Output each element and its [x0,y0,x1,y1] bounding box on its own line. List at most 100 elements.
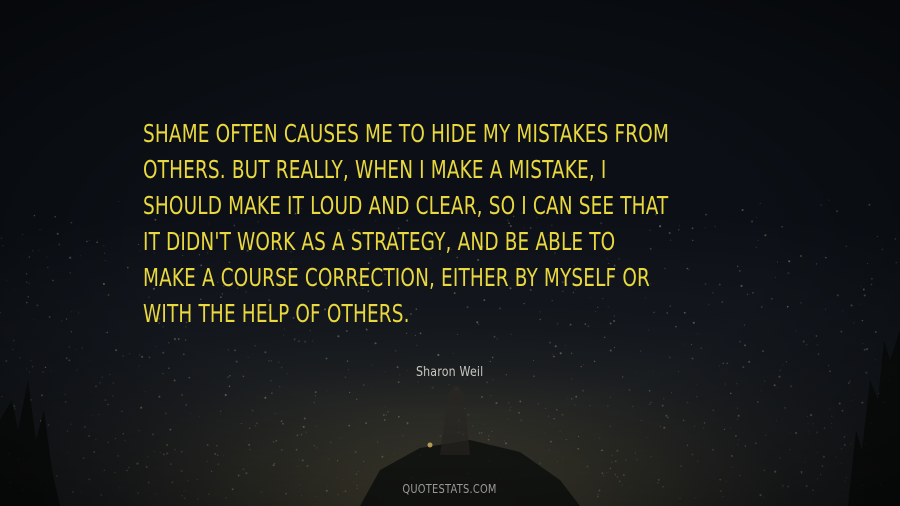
city-light [691,449,693,451]
city-light [14,407,16,410]
city-light [383,414,385,416]
city-light [95,438,97,440]
city-light [609,467,612,470]
city-light [574,404,576,406]
city-light [679,497,681,500]
city-light [1,396,3,398]
city-light [744,344,746,347]
city-light [374,342,376,344]
city-light [83,425,87,429]
city-light [76,349,77,351]
quote-image: Shame often causes me to hide my mistake… [0,0,900,506]
author-name: Sharon Weil [416,365,484,380]
city-light [129,353,130,355]
city-light [325,357,328,360]
city-light [564,344,566,346]
city-light [505,442,507,445]
city-light [799,255,802,257]
city-light [835,210,839,213]
city-light [462,433,465,436]
city-light [167,341,170,344]
city-light [127,466,130,469]
city-light [840,462,842,464]
city-light [214,452,216,455]
city-light [636,458,639,461]
city-light [301,459,304,462]
city-light [5,359,8,363]
city-light [99,382,101,384]
city-light [124,439,126,441]
city-light [78,312,79,314]
city-light [819,473,822,475]
city-light [631,405,634,408]
city-light [122,433,125,435]
city-light [139,354,141,356]
city-light [577,435,580,438]
city-light [487,438,490,441]
city-light [468,446,470,448]
city-light [105,332,106,333]
city-light [414,334,416,336]
city-light [326,390,328,392]
city-light [96,241,99,244]
city-light [634,452,637,454]
city-light [484,424,486,426]
city-light [840,330,843,333]
city-light [665,414,668,417]
city-light [374,342,377,345]
city-light [808,433,810,435]
city-light [47,266,49,269]
city-light [661,404,664,407]
city-light [39,471,42,474]
city-light [66,430,68,432]
city-light [847,381,850,384]
city-light [28,282,30,284]
city-light [47,424,50,426]
city-light [121,410,123,413]
city-light [491,430,493,433]
city-light [663,426,666,429]
city-light [298,459,300,461]
city-light [46,436,48,438]
city-light [98,413,100,415]
city-light [737,414,740,417]
city-light [277,361,280,363]
city-light [394,349,397,352]
city-light [217,454,219,456]
watermark-text: QUOTESTATS.COM [402,482,498,496]
city-light [841,409,844,412]
quote-line: with the help of others. [143,299,410,328]
city-light [365,422,368,425]
city-light [456,333,458,335]
city-light [850,443,852,445]
city-light [868,203,871,206]
city-light [876,235,878,238]
city-light [223,455,224,457]
city-light [102,282,105,285]
city-light [477,467,479,469]
city-light [448,384,450,386]
city-light [566,397,568,399]
city-light [89,240,91,241]
city-light [384,405,386,407]
city-light [860,286,862,287]
city-light [695,383,697,385]
city-light [729,392,732,395]
city-light [598,437,601,440]
city-light [815,263,818,265]
city-light [25,435,27,437]
city-light [738,439,740,441]
city-light [300,433,303,436]
city-light [853,322,855,324]
city-light [684,343,686,345]
city-light [548,449,551,451]
city-light [864,442,867,445]
city-light [838,402,841,405]
city-light [559,352,562,355]
city-light [589,404,591,406]
city-light [570,398,573,400]
city-light [821,465,824,467]
city-light [648,389,651,392]
city-light [730,454,733,457]
city-light [247,440,249,442]
